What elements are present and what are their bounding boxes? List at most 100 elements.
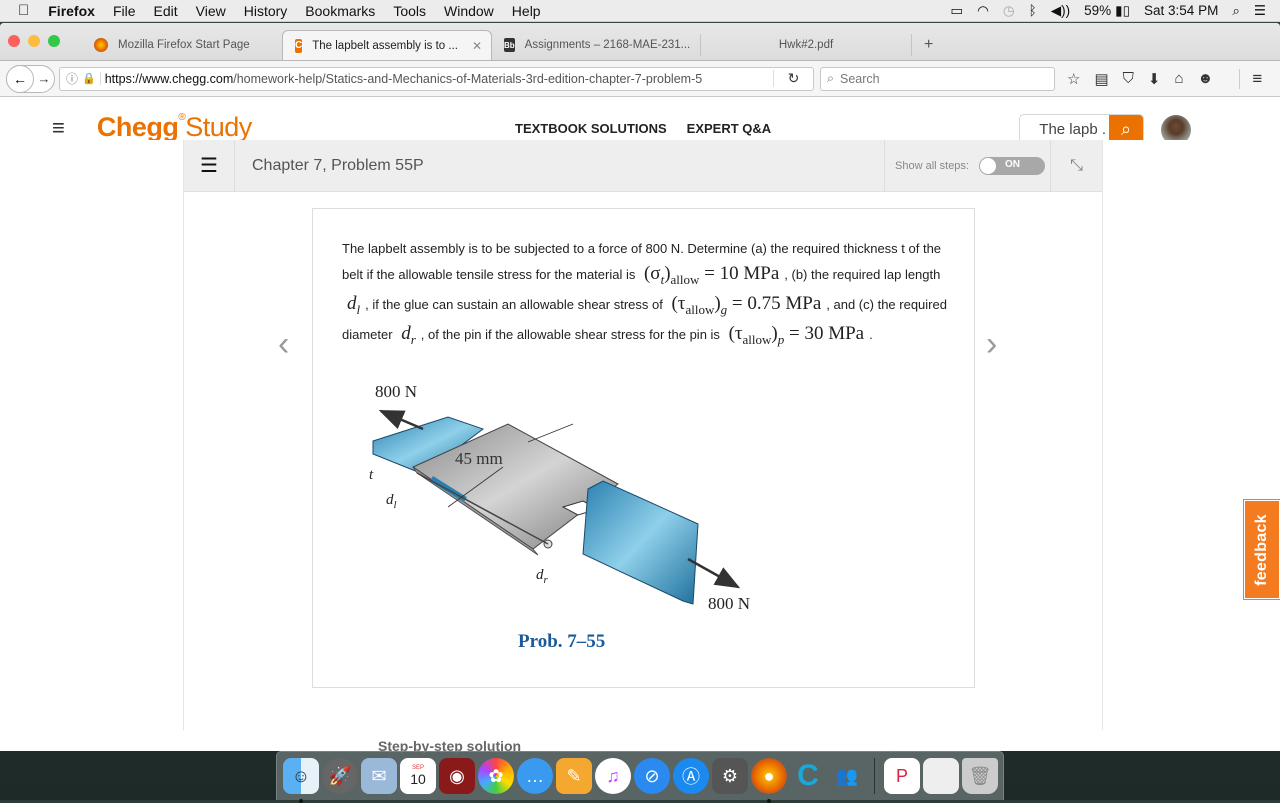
menu-help[interactable]: Help — [503, 3, 550, 19]
url-text[interactable]: https://www.chegg.com/homework-help/Stat… — [105, 72, 773, 86]
new-tab-button[interactable]: + — [912, 30, 945, 60]
info-icon[interactable]: ⓘ — [60, 70, 82, 87]
math-tau-pin: (τallow)p = 30 MPa — [728, 323, 865, 347]
reading-list-icon[interactable]: ▤ — [1094, 70, 1108, 88]
insecure-lock-icon[interactable]: 🔒 — [82, 72, 101, 85]
problem-header: ☰ Chapter 7, Problem 55P Show all steps:… — [184, 139, 1102, 192]
tab-label: Mozilla Firefox Start Page — [118, 39, 250, 51]
dock-messages-icon[interactable]: … — [517, 758, 553, 794]
tab-firefox-start[interactable]: Mozilla Firefox Start Page — [82, 30, 282, 60]
chegg-study-logo[interactable]: Chegg®Study — [97, 112, 252, 143]
menu-edit[interactable]: Edit — [145, 3, 187, 19]
dock-powerpoint-doc-icon[interactable]: P — [884, 758, 920, 794]
dock-pages-icon[interactable]: ✎ — [556, 758, 592, 794]
problem-text: The lapbelt assembly is to be subjected … — [342, 241, 947, 347]
figure-caption: Prob. 7–55 — [518, 631, 605, 652]
dock-photo-booth-icon[interactable]: ◉ — [439, 758, 475, 794]
dock-trash-icon[interactable]: 🗑 — [962, 758, 998, 794]
menu-history[interactable]: History — [235, 3, 297, 19]
dock-itunes-icon[interactable]: ♫ — [595, 758, 631, 794]
dock-finder-icon[interactable]: ☺ — [283, 758, 319, 803]
main-content: ☰ Chapter 7, Problem 55P Show all steps:… — [0, 139, 1280, 754]
expand-icon[interactable]: ⤡ — [1050, 140, 1102, 192]
force-arrow-right — [687, 557, 741, 589]
dock-preview-icon[interactable]: ✉ — [361, 758, 397, 794]
menu-window[interactable]: Window — [435, 3, 503, 19]
notification-center-icon[interactable]: ☰ — [1254, 3, 1266, 19]
battery-percent: 59% — [1084, 3, 1112, 18]
dock: ☺ 🚀 ✉ SEP 10 ◉ ✿ … ✎ ♫ ⊘ Ⓐ ⚙ ● C 👥 P 🗑 — [276, 751, 1004, 803]
dock-calendar-icon[interactable]: SEP 10 — [400, 758, 436, 794]
math-dl: dl — [347, 292, 361, 317]
force-arrow-left — [378, 409, 424, 431]
nav-textbook-solutions[interactable]: TEXTBOOK SOLUTIONS — [515, 121, 667, 136]
menu-file[interactable]: File — [104, 3, 145, 19]
solution-panel: ☰ Chapter 7, Problem 55P Show all steps:… — [183, 139, 1103, 730]
dock-cengage-icon[interactable]: C — [790, 758, 826, 794]
pocket-icon[interactable]: ⛉ — [1123, 70, 1134, 87]
time-machine-icon[interactable]: ◷ — [1003, 3, 1015, 19]
previous-problem-arrow[interactable]: ‹ — [278, 325, 289, 364]
spotlight-icon[interactable]: ⌕ — [1232, 3, 1240, 19]
problem-statement: The lapbelt assembly is to be subjected … — [312, 208, 975, 688]
show-all-steps-toggle[interactable]: ON — [978, 157, 1045, 175]
bluetooth-icon[interactable]: ᛒ — [1029, 3, 1037, 18]
dock-firefox-icon[interactable]: ● — [751, 758, 787, 803]
dock-screenshot-icon[interactable] — [923, 758, 959, 794]
plus-icon: + — [924, 36, 934, 53]
volume-icon[interactable]: ◀)) — [1051, 3, 1070, 19]
close-tab-icon[interactable]: ✕ — [472, 39, 482, 53]
wifi-icon[interactable]: ◠ — [977, 3, 989, 19]
bookmark-star-icon[interactable]: ☆ — [1067, 70, 1080, 88]
hamburger-menu-icon[interactable]: ≡ — [1239, 68, 1262, 89]
airplay-icon[interactable]: ▭ — [950, 3, 963, 19]
battery-icon[interactable]: ▮▯ — [1115, 3, 1130, 19]
menu-bar:  Firefox File Edit View History Bookmar… — [0, 0, 1280, 22]
problem-title: Chapter 7, Problem 55P — [252, 156, 424, 174]
zoom-window-button[interactable] — [48, 35, 60, 47]
dl-label: dl — [386, 492, 397, 511]
url-bar[interactable]: ⓘ 🔒 https://www.chegg.com/homework-help/… — [59, 66, 814, 91]
dock-photos-icon[interactable]: ✿ — [478, 758, 514, 794]
hello-chat-icon[interactable]: ☻ — [1198, 70, 1214, 87]
reload-button[interactable]: ↻ — [773, 70, 813, 87]
dock-app-store-icon[interactable]: Ⓐ — [673, 758, 709, 794]
nav-expert-qa[interactable]: EXPERT Q&A — [687, 121, 772, 136]
site-menu-icon[interactable]: ≡ — [52, 115, 65, 141]
menu-tools[interactable]: Tools — [384, 3, 435, 19]
menu-bookmarks[interactable]: Bookmarks — [296, 3, 384, 19]
clock[interactable]: Sat 3:54 PM — [1144, 3, 1218, 18]
close-window-button[interactable] — [8, 35, 20, 47]
menu-view[interactable]: View — [187, 3, 235, 19]
apple-icon[interactable]:  — [0, 2, 39, 19]
width-label: 45 mm — [455, 449, 503, 468]
math-sigma-allow: (σt)allow = 10 MPa — [643, 262, 780, 287]
force-left-label: 800 N — [375, 382, 417, 401]
dr-label: dr — [536, 567, 549, 586]
next-problem-arrow[interactable]: › — [986, 325, 997, 364]
search-bar[interactable]: ⌕ Search — [820, 66, 1055, 91]
home-icon[interactable]: ⌂ — [1174, 70, 1183, 87]
lapbelt-figure: 800 N 800 N 45 mm t dl dr Prob. 7–55 — [369, 382, 750, 652]
tab-hwk-pdf[interactable]: Hwk#2.pdf — [701, 30, 911, 60]
problem-list-icon[interactable]: ☰ — [184, 139, 235, 192]
search-icon: ⌕ — [827, 71, 835, 85]
dock-lync-icon[interactable]: 👥 — [829, 758, 865, 794]
chegg-search-input[interactable]: The lapb . — [1020, 121, 1109, 138]
right-block — [582, 480, 699, 605]
feedback-tab[interactable]: feedback — [1243, 499, 1280, 600]
dock-system-preferences-icon[interactable]: ⚙ — [712, 758, 748, 794]
tab-label: The lapbelt assembly is to ... — [312, 39, 458, 52]
menu-app-name[interactable]: Firefox — [39, 3, 104, 19]
forward-button[interactable]: → — [34, 71, 54, 86]
dock-launchpad-icon[interactable]: 🚀 — [322, 758, 358, 794]
tab-chegg-problem[interactable]: C The lapbelt assembly is to ... ✕ — [282, 30, 492, 60]
dock-safari-icon[interactable]: ⊘ — [634, 758, 670, 794]
downloads-icon[interactable]: ⬇ — [1148, 70, 1161, 88]
back-button[interactable]: ← — [6, 64, 34, 93]
tab-assignments[interactable]: Bb Assignments – 2168-MAE-231... — [492, 30, 700, 60]
force-right-label: 800 N — [708, 594, 750, 613]
minimize-window-button[interactable] — [28, 35, 40, 47]
math-dr: dr — [401, 323, 416, 347]
math-tau-glue: (τallow)g = 0.75 MPa — [671, 292, 822, 317]
